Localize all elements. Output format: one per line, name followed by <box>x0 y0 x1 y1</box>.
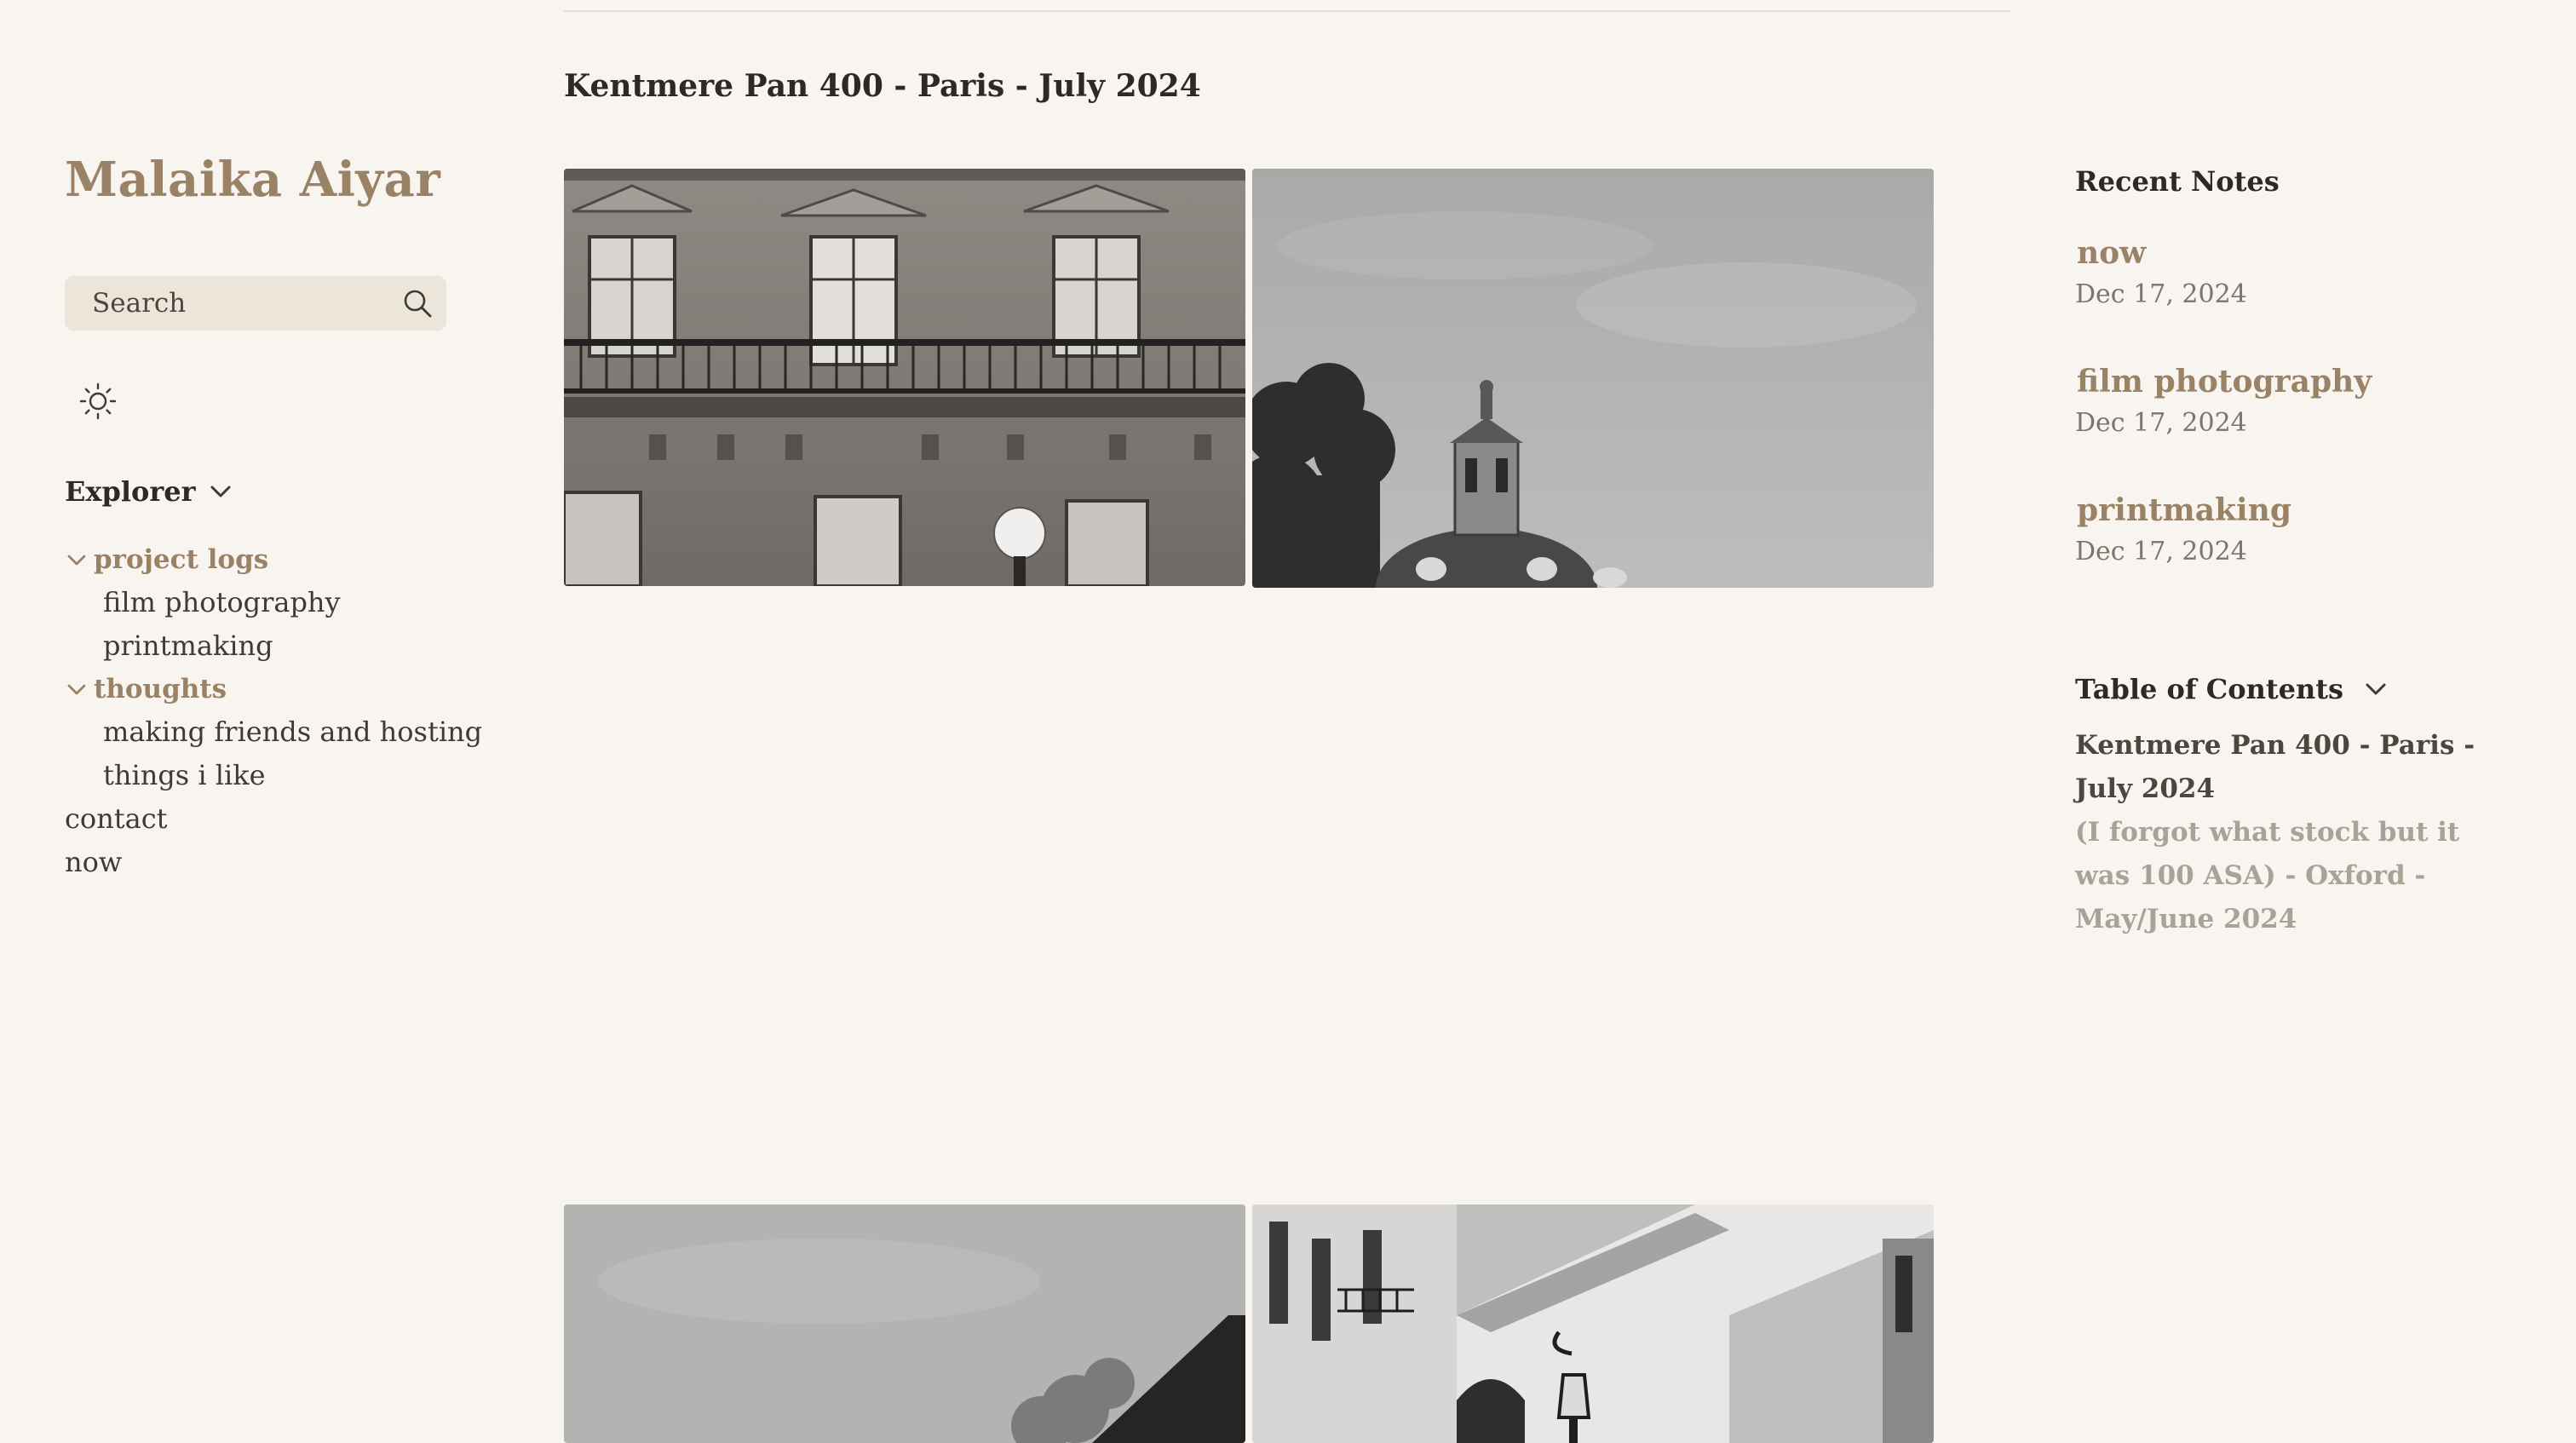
note-title-link[interactable]: now <box>2075 230 2518 276</box>
recent-notes-title: Recent Notes <box>2075 165 2280 198</box>
tree-item-printmaking[interactable]: printmaking <box>65 624 491 668</box>
folder-label: thoughts <box>94 674 227 704</box>
note-date: Dec 17, 2024 <box>2075 279 2247 309</box>
explorer-label: Explorer <box>65 475 196 508</box>
recent-notes-list: now Dec 17, 2024 film photography Dec 17… <box>2075 230 2518 616</box>
photo-dome-sky[interactable] <box>1252 169 1934 588</box>
sun-icon[interactable] <box>78 382 118 421</box>
tree-item-now[interactable]: now <box>65 841 491 884</box>
search-icon <box>404 290 432 318</box>
note-title-link[interactable]: printmaking <box>2075 487 2518 533</box>
folder-project-logs[interactable]: project logs <box>65 538 491 581</box>
tree-item-things-i-like[interactable]: things i like <box>65 754 491 797</box>
photo-corner-building[interactable] <box>1252 1204 1934 1443</box>
folder-thoughts[interactable]: thoughts <box>65 668 491 710</box>
toc-toggle[interactable]: Table of Contents <box>2075 673 2389 705</box>
tree-item-film-photography[interactable]: film photography <box>65 581 491 624</box>
divider <box>564 10 2010 12</box>
search-button[interactable]: Search <box>65 276 446 331</box>
list-item: now Dec 17, 2024 <box>2075 230 2518 359</box>
search-label: Search <box>92 288 187 319</box>
tree-item-contact[interactable]: contact <box>65 797 491 841</box>
note-date: Dec 17, 2024 <box>2075 537 2247 566</box>
list-item: film photography Dec 17, 2024 <box>2075 359 2518 487</box>
chevron-down-icon <box>210 486 231 497</box>
note-date: Dec 17, 2024 <box>2075 408 2247 438</box>
explorer-tree: project logs film photography printmakin… <box>65 538 491 884</box>
toc-item[interactable]: (I forgot what stock but it was 100 ASA)… <box>2075 811 2518 941</box>
note-title-link[interactable]: film photography <box>2075 359 2518 405</box>
chevron-down-icon[interactable] <box>65 548 89 572</box>
photo-sky-tree[interactable] <box>564 1204 1245 1443</box>
article-heading: Kentmere Pan 400 - Paris - July 2024 <box>564 68 1201 104</box>
folder-label: project logs <box>94 544 269 575</box>
toc-title: Table of Contents <box>2075 673 2344 705</box>
photo-building-facade[interactable] <box>564 169 1245 586</box>
site-title[interactable]: Malaika Aiyar <box>65 152 440 208</box>
page: Malaika Aiyar Search Explorer project lo… <box>0 0 2576 1443</box>
toc-item[interactable]: Kentmere Pan 400 - Paris - July 2024 <box>2075 724 2518 811</box>
tree-item-making-friends[interactable]: making friends and hosting <box>65 710 491 754</box>
toc-list: Kentmere Pan 400 - Paris - July 2024 (I … <box>2075 724 2518 941</box>
chevron-down-icon <box>2366 683 2386 695</box>
explorer-toggle[interactable]: Explorer <box>65 475 234 508</box>
list-item: printmaking Dec 17, 2024 <box>2075 487 2518 616</box>
chevron-down-icon[interactable] <box>65 677 89 701</box>
